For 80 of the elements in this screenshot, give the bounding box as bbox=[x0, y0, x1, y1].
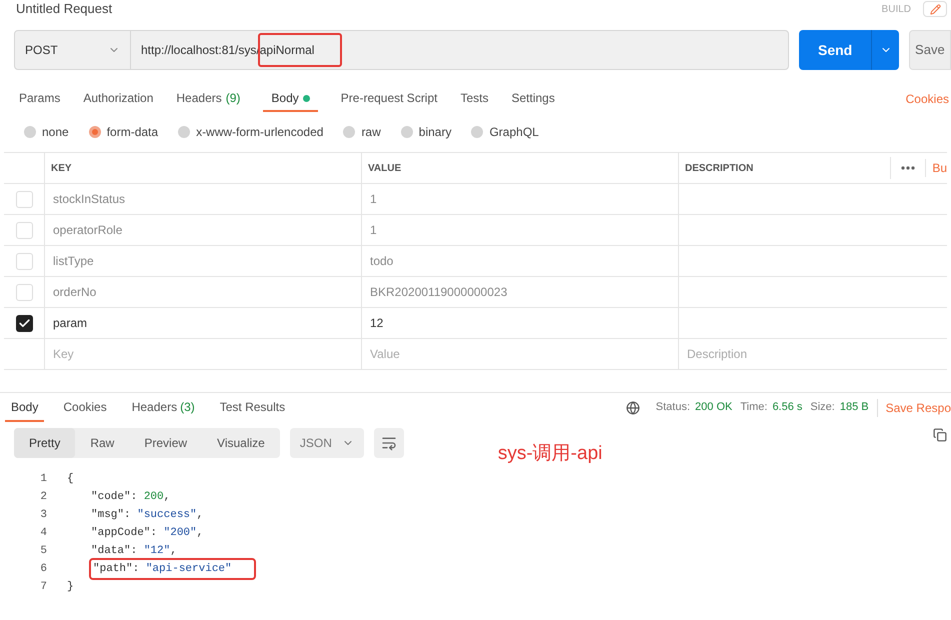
size-value: 185 B bbox=[840, 400, 869, 416]
line-number: 6 bbox=[39, 562, 47, 577]
code-line: { bbox=[67, 472, 74, 487]
row-checkbox[interactable] bbox=[16, 284, 32, 300]
request-tab[interactable]: Pre-request Script bbox=[340, 86, 438, 112]
response-tab[interactable]: Cookies bbox=[57, 393, 113, 422]
line-number: 4 bbox=[39, 526, 47, 541]
code-line: "appCode": "200", bbox=[91, 526, 204, 541]
request-tab[interactable]: Settings bbox=[512, 86, 555, 112]
url-field[interactable]: http://localhost:81/sys/apiNormal bbox=[131, 31, 788, 69]
value-input-field[interactable]: Value bbox=[361, 339, 678, 369]
table-cell-text: BKR20200119000000023 bbox=[370, 284, 508, 301]
view-mode-tab[interactable]: Pretty bbox=[14, 428, 76, 458]
body-type-radio[interactable]: none bbox=[24, 123, 69, 141]
size-label: Size: bbox=[810, 400, 835, 416]
table-cell-text: 12 bbox=[370, 315, 384, 332]
status-value: 200 OK bbox=[695, 400, 732, 416]
request-tab[interactable]: Headers (9) bbox=[176, 86, 240, 112]
body-type-radio[interactable]: raw bbox=[343, 123, 381, 141]
line-number: 7 bbox=[39, 580, 47, 595]
column-header: DESCRIPTION bbox=[685, 162, 754, 176]
check-icon bbox=[18, 316, 30, 330]
table-cell-text: todo bbox=[370, 253, 394, 270]
request-tab[interactable]: Body bbox=[263, 86, 318, 112]
key-input-field[interactable]: Key bbox=[44, 339, 361, 369]
view-mode-tab[interactable]: Preview bbox=[129, 428, 202, 458]
column-header: KEY bbox=[51, 162, 72, 176]
table-cell-text: operatorRole bbox=[53, 222, 122, 239]
line-number: 1 bbox=[39, 472, 47, 487]
method-dropdown[interactable]: POST bbox=[15, 31, 131, 69]
wrap-icon bbox=[380, 435, 397, 451]
code-line: "msg": "success", bbox=[91, 508, 204, 523]
body-type-radio[interactable]: GraphQL bbox=[471, 123, 539, 141]
response-tab[interactable]: Headers (3) bbox=[126, 393, 201, 422]
edit-button[interactable] bbox=[923, 1, 947, 17]
time-value: 6.56 s bbox=[772, 400, 802, 416]
code-line: "code": 200, bbox=[91, 490, 170, 505]
table-cell-text: 1 bbox=[370, 222, 377, 239]
table-cell-text: orderNo bbox=[53, 284, 96, 301]
table-cell-text: stockInStatus bbox=[53, 191, 126, 208]
column-header: VALUE bbox=[368, 162, 402, 176]
request-title: Untitled Request bbox=[16, 2, 112, 16]
row-checkbox[interactable] bbox=[16, 222, 32, 238]
annotation-text: sys-调用-api bbox=[498, 442, 602, 466]
table-cell-text: listType bbox=[53, 253, 94, 270]
url-text: apiNormal bbox=[260, 35, 340, 65]
request-tab[interactable]: Params bbox=[19, 86, 60, 112]
view-mode-tab[interactable]: Raw bbox=[75, 428, 130, 458]
response-tab[interactable]: Test Results bbox=[214, 393, 292, 422]
url-text: http://localhost:81/sys/ bbox=[141, 42, 260, 59]
line-number: 3 bbox=[39, 508, 47, 523]
request-tab[interactable]: Tests bbox=[460, 86, 488, 112]
response-tab[interactable]: Body bbox=[5, 393, 44, 422]
row-checkbox[interactable] bbox=[16, 252, 32, 270]
view-mode-tab[interactable]: Visualize bbox=[202, 428, 280, 458]
body-type-radio[interactable]: x-www-form-urlencoded bbox=[178, 123, 324, 141]
build-label: BUILD bbox=[882, 2, 911, 16]
more-icon bbox=[901, 166, 916, 170]
table-cell-text: 1 bbox=[370, 191, 377, 208]
wrap-button[interactable] bbox=[374, 428, 404, 458]
line-number: 5 bbox=[39, 544, 47, 559]
copy-icon bbox=[933, 428, 947, 442]
body-type-radio[interactable]: form-data bbox=[88, 123, 158, 141]
code-line: "data": "12", bbox=[91, 544, 177, 559]
code-line: } bbox=[67, 580, 74, 595]
request-tab[interactable]: Authorization bbox=[83, 86, 154, 112]
save-button[interactable]: Save bbox=[909, 30, 951, 70]
globe-icon bbox=[626, 400, 640, 414]
status-label: Status: bbox=[656, 400, 690, 416]
send-button[interactable]: Send bbox=[799, 30, 900, 70]
line-number: 2 bbox=[39, 490, 47, 505]
code-line: "path": "api-service" bbox=[91, 560, 254, 578]
time-label: Time: bbox=[740, 400, 768, 416]
format-dropdown[interactable]: JSON bbox=[290, 428, 364, 458]
row-checkbox[interactable] bbox=[16, 314, 32, 332]
table-cell-text: param bbox=[53, 315, 88, 332]
body-type-radio[interactable]: binary bbox=[400, 123, 452, 141]
description-input-field[interactable]: Description bbox=[678, 339, 947, 369]
row-checkbox[interactable] bbox=[16, 190, 32, 208]
pencil-icon bbox=[930, 4, 940, 14]
